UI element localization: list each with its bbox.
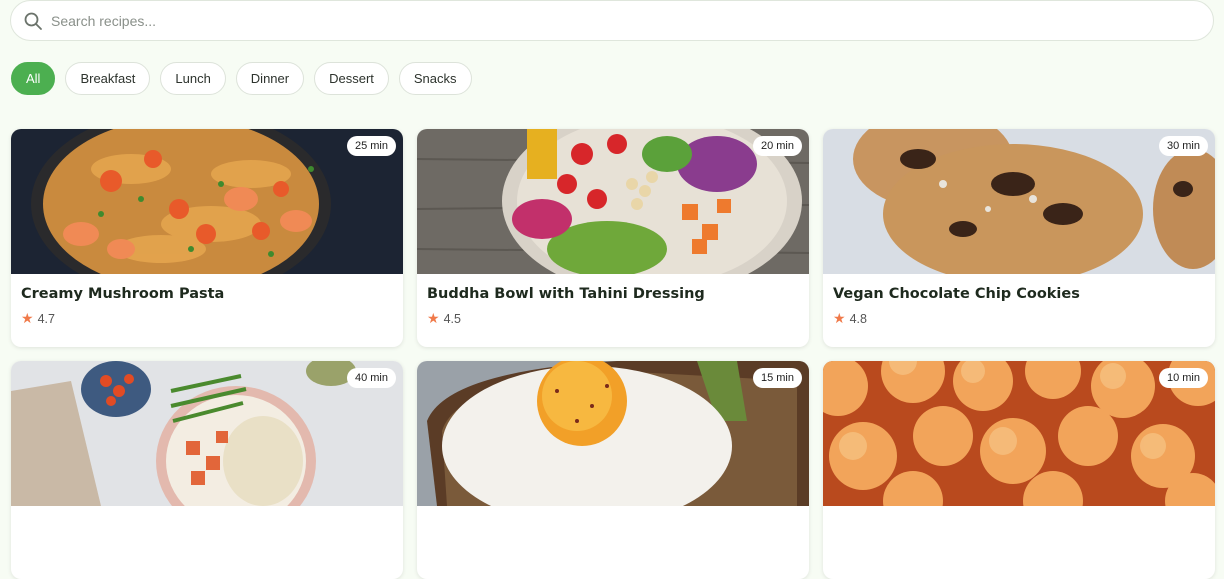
recipe-card[interactable]: 15 min: [417, 361, 809, 579]
star-icon: ★: [427, 310, 440, 326]
recipe-rating: ★ 4.8: [833, 310, 867, 327]
recipe-title: Vegan Chocolate Chip Cookies: [833, 286, 1080, 302]
cook-time-badge: 10 min: [1158, 368, 1208, 388]
star-icon: ★: [21, 310, 34, 326]
category-filters: All Breakfast Lunch Dinner Dessert Snack…: [11, 62, 472, 95]
search-input[interactable]: [51, 12, 1151, 29]
star-icon: ★: [833, 310, 846, 326]
search-icon: [24, 12, 42, 30]
rating-value: 4.7: [37, 311, 55, 326]
search-bar[interactable]: [10, 0, 1214, 41]
cook-time-badge: 30 min: [1158, 136, 1208, 156]
recipe-card[interactable]: 20 min Buddha Bowl with Tahini Dressing …: [417, 129, 809, 347]
filter-chip-all[interactable]: All: [11, 62, 56, 95]
cook-time-badge: 40 min: [346, 368, 396, 388]
filter-chip-dinner[interactable]: Dinner: [235, 62, 305, 95]
filter-chip-lunch[interactable]: Lunch: [160, 62, 226, 95]
cook-time-badge: 15 min: [752, 368, 802, 388]
recipe-image: 20 min: [417, 129, 809, 274]
filter-chip-breakfast[interactable]: Breakfast: [65, 62, 151, 95]
filter-chip-snacks[interactable]: Snacks: [398, 62, 472, 95]
recipe-image: 25 min: [11, 129, 403, 274]
rating-value: 4.5: [443, 311, 461, 326]
recipe-image: 40 min: [11, 361, 403, 506]
recipe-grid: 25 min Creamy Mushroom Pasta ★ 4.7 20 mi…: [11, 129, 1215, 579]
recipe-title: Creamy Mushroom Pasta: [21, 286, 225, 302]
cook-time-badge: 25 min: [346, 136, 396, 156]
recipe-card[interactable]: 25 min Creamy Mushroom Pasta ★ 4.7: [11, 129, 403, 347]
recipe-image: 15 min: [417, 361, 809, 506]
recipe-title: Buddha Bowl with Tahini Dressing: [427, 286, 705, 302]
recipe-image: 30 min: [823, 129, 1215, 274]
recipe-image: 10 min: [823, 361, 1215, 506]
recipe-card[interactable]: 10 min: [823, 361, 1215, 579]
recipe-rating: ★ 4.5: [427, 310, 461, 327]
recipe-rating: ★ 4.7: [21, 310, 55, 327]
recipe-card[interactable]: 30 min Vegan Chocolate Chip Cookies ★ 4.…: [823, 129, 1215, 347]
cook-time-badge: 20 min: [752, 136, 802, 156]
rating-value: 4.8: [849, 311, 867, 326]
filter-chip-dessert[interactable]: Dessert: [314, 62, 389, 95]
recipe-card[interactable]: 40 min: [11, 361, 403, 579]
